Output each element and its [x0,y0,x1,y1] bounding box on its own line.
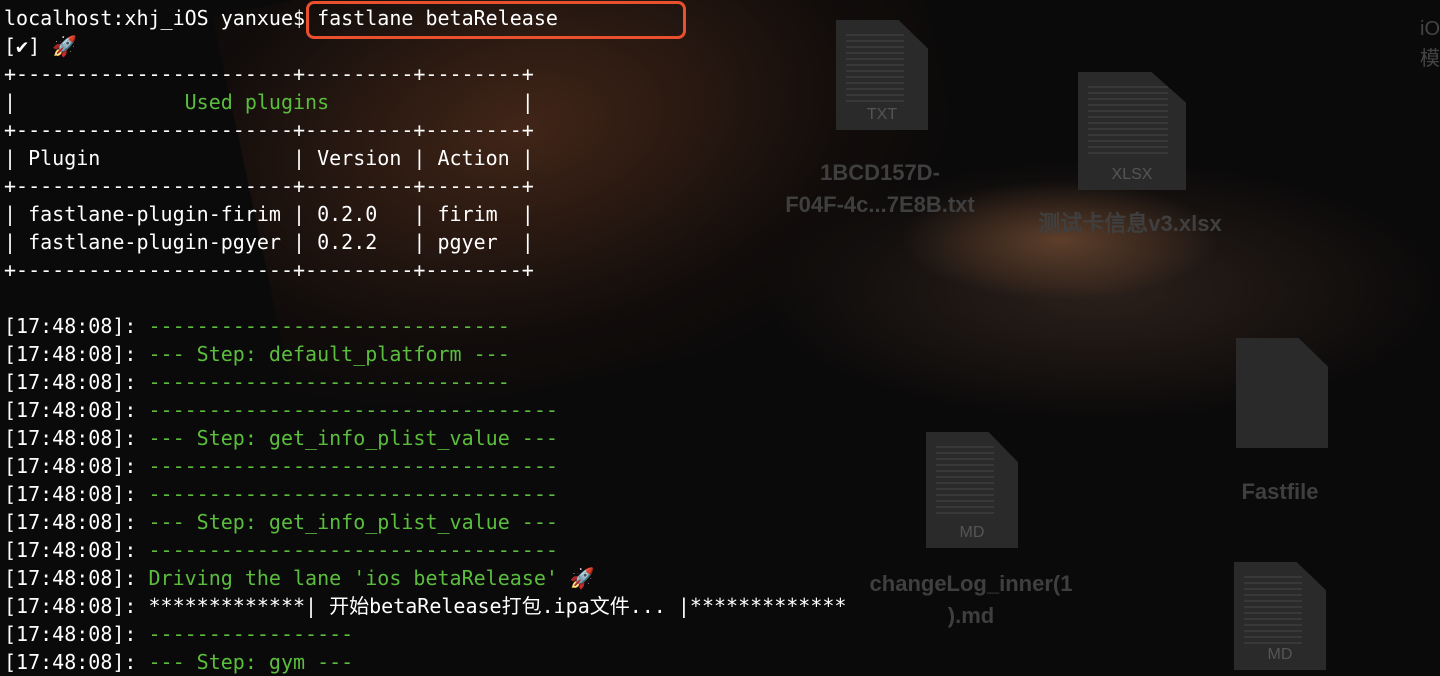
log-line: [17:48:08]: ----------------------------… [4,536,1440,564]
table-border: +-----------------------+---------+-----… [4,118,534,142]
log-timestamp: [17:48:08]: [4,454,149,478]
log-line: [17:48:08]: ----------------- [4,620,1440,648]
log-line: [17:48:08]: ----------------------------… [4,312,1440,340]
table-row: | fastlane-plugin-firim | 0.2.0 | firim … [4,202,534,226]
log-message: ---------------------------------- [148,538,558,562]
log-message: --- Step: gym --- [148,650,354,674]
log-message: ---------------------------------- [148,398,558,422]
check-line: [✔] 🚀 [4,34,78,58]
log-message: ------------------------------ [148,314,510,338]
log-line: [17:48:08]: --- Step: default_platform -… [4,340,1440,368]
log-line: [17:48:08]: --- Step: get_info_plist_val… [4,424,1440,452]
log-message: ----------------- [148,622,354,646]
log-timestamp: [17:48:08]: [4,538,149,562]
table-border: +-----------------------+---------+-----… [4,174,534,198]
log-line: [17:48:08]: --- Step: get_info_plist_val… [4,508,1440,536]
table-title: Used plugins [184,90,330,114]
log-message: ------------------------------ [148,370,510,394]
log-timestamp: [17:48:08]: [4,566,149,590]
log-line: [17:48:08]: ----------------------------… [4,368,1440,396]
log-timestamp: [17:48:08]: [4,510,149,534]
log-timestamp: [17:48:08]: [4,622,149,646]
log-line: [17:48:08]: *************| 开始betaRelease… [4,592,1440,620]
log-line: [17:48:08]: Driving the lane 'ios betaRe… [4,564,1440,592]
log-timestamp: [17:48:08]: [4,482,149,506]
log-message: *************| 开始betaRelease打包.ipa文件... … [148,594,847,618]
log-lines: [17:48:08]: ----------------------------… [4,312,1440,676]
log-timestamp: [17:48:08]: [4,314,149,338]
table-row: | fastlane-plugin-pgyer | 0.2.2 | pgyer … [4,230,534,254]
log-line: [17:48:08]: ----------------------------… [4,452,1440,480]
log-message: --- Step: get_info_plist_value --- [148,426,558,450]
log-line: [17:48:08]: ----------------------------… [4,480,1440,508]
log-timestamp: [17:48:08]: [4,398,149,422]
log-line: [17:48:08]: --- Step: gym --- [4,648,1440,676]
command-line: localhost:xhj_iOS yanxue$ fastlane betaR… [4,4,1440,32]
log-timestamp: [17:48:08]: [4,650,149,674]
log-timestamp: [17:48:08]: [4,426,149,450]
log-message: ---------------------------------- [148,454,558,478]
terminal-output[interactable]: localhost:xhj_iOS yanxue$ fastlane betaR… [4,4,1440,676]
log-message: --- Step: get_info_plist_value --- [148,510,558,534]
log-message: ---------------------------------- [148,482,558,506]
log-message: Driving the lane 'ios betaRelease' 🚀 [148,566,595,590]
table-header: | Plugin | Version | Action | [4,146,534,170]
log-timestamp: [17:48:08]: [4,342,149,366]
log-message: --- Step: default_platform --- [148,342,510,366]
command-highlight-box [306,1,686,39]
log-line: [17:48:08]: ----------------------------… [4,396,1440,424]
table-title-row: | Used plugins | [4,90,534,114]
log-timestamp: [17:48:08]: [4,594,149,618]
log-timestamp: [17:48:08]: [4,370,149,394]
table-border: +-----------------------+---------+-----… [4,62,534,86]
table-border: +-----------------------+---------+-----… [4,258,534,282]
shell-prompt: localhost:xhj_iOS yanxue$ [4,6,318,30]
